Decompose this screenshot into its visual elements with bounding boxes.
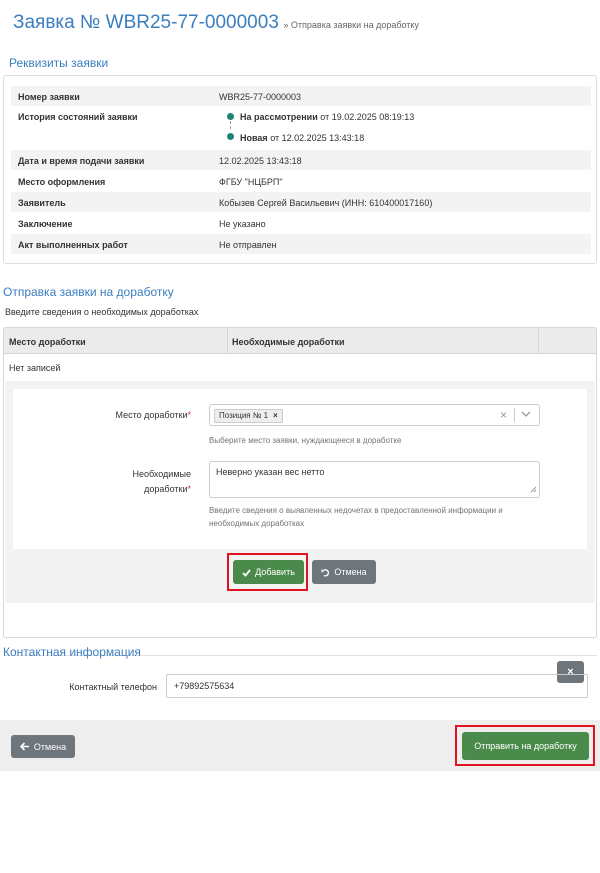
history-item: Новая от 12.02.2025 13:43:18 [240,133,364,143]
req-label: Акт выполненных работ [18,240,128,250]
phone-label: Контактный телефон [69,682,157,692]
page-title: Заявка № WBR25-77-0000003 [13,12,279,33]
needs-hint: Введите сведения о выявленных недочетах … [209,506,503,528]
clear-icon[interactable]: × [500,408,507,422]
req-value: Кобызев Сергей Васильевич (ИНН: 61040001… [219,198,433,208]
rework-form: Место доработки* Позиция № 1 × × Выберите… [5,381,597,873]
form-panel: Место доработки* Позиция № 1 × × Выберите… [13,389,587,549]
rework-description: Введите сведения о необходимых доработка… [5,307,199,317]
selected-tag: Позиция № 1 × [214,409,283,423]
status-dot-icon [227,133,234,140]
requisites-title: Реквизиты заявки [9,56,109,70]
form-cancel-button[interactable]: Отмена [312,560,376,584]
req-row-number: Номер заявки WBR25-77-0000003 [11,86,591,106]
empty-state: Нет записей [9,363,61,373]
req-row-conclusion: Заключение Не указано [11,213,591,233]
column-divider [227,328,228,354]
req-row-act: Акт выполненных работ Не отправлен [11,234,591,254]
select-divider [514,408,515,422]
add-button[interactable]: Добавить [233,560,304,584]
req-row-history: История состояний заявки На рассмотрении… [11,106,591,150]
history-date: от 19.02.2025 08:19:13 [320,112,415,122]
timeline-line [230,121,231,129]
req-value: WBR25-77-0000003 [219,92,302,102]
req-row-place: Место оформления ФГБУ "НЦБРП" [11,171,591,191]
req-label: Заявитель [18,198,66,208]
status-dot-icon [227,113,234,120]
phone-input[interactable]: +79892575634 [166,674,588,698]
req-row-applicant: Заявитель Кобызев Сергей Васильевич (ИНН… [11,192,591,212]
arrow-left-icon [19,742,29,751]
contact-title: Контактная информация [3,645,141,659]
req-value: 12.02.2025 13:43:18 [219,156,302,166]
required-mark: * [187,484,191,494]
needs-textarea[interactable]: Неверно указан вес нетто [209,461,540,498]
table-header: Место доработки Необходимые доработки [4,328,596,354]
column-header-needs: Необходимые доработки [232,337,345,347]
req-row-date: Дата и время подачи заявки 12.02.2025 13… [11,150,591,170]
place-hint: Выберите место заявки, нуждающееся в дор… [209,436,402,445]
req-label: Место оформления [18,177,106,187]
submit-rework-button[interactable]: Отправить на доработку [462,732,589,760]
requisites-panel: Номер заявки WBR25-77-0000003 История со… [3,75,597,264]
history-status: На рассмотрении [240,112,318,122]
req-label: Заключение [18,219,73,229]
tag-remove-icon[interactable]: × [273,411,278,420]
rework-table: Место доработки Необходимые доработки Не… [3,327,597,683]
column-header-place: Место доработки [9,337,86,347]
history-date: от 12.02.2025 13:43:18 [270,133,365,143]
req-label: Номер заявки [18,92,80,102]
column-divider [538,328,539,354]
undo-icon [321,568,330,577]
history-status: Новая [240,133,268,143]
required-mark: * [187,410,191,420]
place-select[interactable]: Позиция № 1 × × [209,404,540,426]
history-item: На рассмотрении от 19.02.2025 08:19:13 [240,112,414,122]
rework-title: Отправка заявки на доработку [3,285,174,299]
req-value: ФГБУ "НЦБРП" [219,177,283,187]
bottom-action-bar: Отмена Отправить на доработку [0,720,600,771]
check-icon [242,568,251,577]
req-value: Не указано [219,219,266,229]
breadcrumb: » Отправка заявки на доработку [283,20,419,30]
chevron-down-icon[interactable] [521,408,531,422]
needs-label: Необходимые доработки* [132,469,191,494]
req-label: Дата и время подачи заявки [18,156,145,166]
req-label: История состояний заявки [18,112,138,122]
resize-handle-icon[interactable] [530,485,537,495]
req-value: Не отправлен [219,240,277,250]
page-header: Заявка № WBR25-77-0000003 » Отправка зая… [13,12,593,34]
back-cancel-button[interactable]: Отмена [11,735,75,758]
place-label: Место доработки* [115,410,191,420]
